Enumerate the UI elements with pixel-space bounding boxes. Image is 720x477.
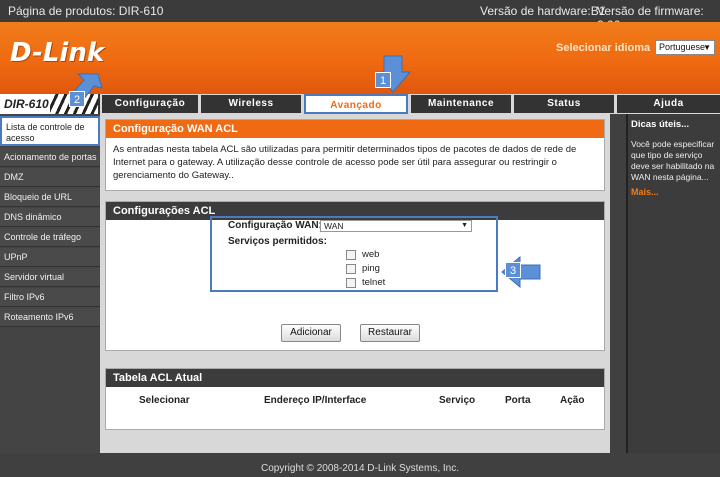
annotation-badge-2: 2 (69, 91, 85, 107)
sidebar-item-ddns[interactable]: DNS dinâmico (0, 208, 100, 227)
chevron-down-icon: ▼ (703, 43, 711, 52)
brand-header: D-Link Selecionar idioma Portuguese ▼ (0, 22, 720, 94)
service-ping-label: ping (362, 263, 380, 274)
sidebar-item-traffic-control[interactable]: Controle de tráfego (0, 228, 100, 247)
service-web-label: web (362, 249, 380, 260)
tab-ajuda[interactable]: Ajuda (617, 95, 720, 113)
allowed-services-label: Serviços permitidos: (228, 236, 327, 247)
language-label: Selecionar idioma (556, 42, 651, 54)
sidebar-item-ipv6-routing[interactable]: Roteamento IPv6 (0, 308, 100, 327)
wan-config-label: Configuração WAN: (228, 220, 322, 231)
tab-maintenance[interactable]: Maintenance (411, 95, 511, 113)
product-page-label: Página de produtos: DIR-610 (8, 4, 164, 18)
wan-config-select[interactable]: WAN ▼ (320, 220, 472, 232)
language-select[interactable]: Portuguese ▼ (655, 40, 715, 55)
dlink-logo: D-Link (10, 38, 105, 68)
service-web-checkbox[interactable] (346, 250, 356, 260)
hardware-version-label: Versão de hardware:B1 (480, 4, 606, 18)
sidebar-item-acl[interactable]: Lista de controle de acesso (0, 116, 100, 146)
sidebar-item-virtual-server[interactable]: Servidor virtual (0, 268, 100, 287)
annotation-badge-3: 3 (505, 262, 521, 278)
column-header-action: Ação (560, 395, 585, 406)
acl-table-title: Tabela ACL Atual (106, 369, 604, 387)
main-tab-bar: DIR-610 Configuração Wireless Avançado M… (0, 94, 720, 114)
sidebar-item-upnp[interactable]: UPnP (0, 248, 100, 267)
column-header-port: Porta (505, 395, 531, 406)
top-info-bar: Página de produtos: DIR-610 Versão de ha… (0, 0, 720, 32)
model-name: DIR-610 (4, 97, 49, 111)
add-button[interactable]: Adicionar (281, 324, 341, 342)
tab-configuracao[interactable]: Configuração (102, 95, 198, 113)
sidebar-item-dmz[interactable]: DMZ (0, 168, 100, 187)
help-panel: Dicas úteis... Você pode especificar que… (626, 114, 720, 453)
acl-form-highlight: Configuração WAN: WAN ▼ Serviços permiti… (210, 216, 498, 292)
acl-table-panel: Tabela ACL Atual Selecionar Endereço IP/… (105, 368, 605, 430)
footer-copyright: Copyright © 2008-2014 D-Link Systems, In… (0, 453, 720, 477)
help-text: Você pode especificar que tipo de serviç… (631, 139, 715, 182)
language-select-value: Portuguese (659, 42, 706, 52)
tab-wireless[interactable]: Wireless (201, 95, 301, 113)
sidebar-item-url-block[interactable]: Bloqueio de URL (0, 188, 100, 207)
service-ping-checkbox[interactable] (346, 264, 356, 274)
intro-panel: Configuração WAN ACL As entradas nesta t… (105, 119, 605, 191)
sidebar-item-ipv6-filter[interactable]: Filtro IPv6 (0, 288, 100, 307)
intro-description: As entradas nesta tabela ACL são utiliza… (113, 144, 577, 181)
service-telnet-checkbox[interactable] (346, 278, 356, 288)
sidebar: Lista de controle de acesso Acionamento … (0, 114, 100, 453)
annotation-badge-1: 1 (375, 72, 391, 88)
wan-config-value: WAN (324, 221, 344, 231)
help-title: Dicas úteis... (631, 119, 690, 130)
column-header-service: Serviço (439, 395, 476, 406)
chevron-down-icon: ▼ (461, 222, 468, 229)
service-telnet-label: telnet (362, 277, 386, 288)
tab-status[interactable]: Status (514, 95, 614, 113)
tab-avancado[interactable]: Avançado (304, 94, 408, 114)
help-more-link[interactable]: Mais... (631, 187, 659, 197)
intro-title: Configuração WAN ACL (106, 120, 604, 138)
sidebar-item-port-triggering[interactable]: Acionamento de portas (0, 148, 100, 167)
column-header-select: Selecionar (139, 395, 190, 406)
restore-button[interactable]: Restaurar (360, 324, 420, 342)
column-header-ip-interface: Endereço IP/Interface (264, 395, 367, 406)
